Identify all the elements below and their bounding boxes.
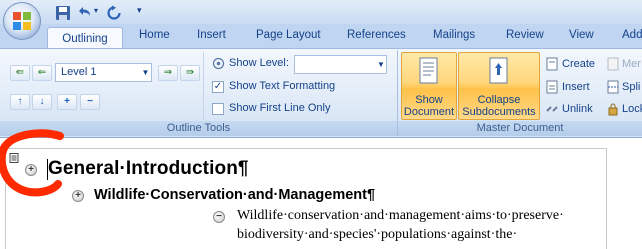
outline-tools-group-label: Outline Tools	[0, 121, 397, 136]
show-document-icon	[419, 57, 438, 84]
demote-to-body-button[interactable]: ⇛	[180, 65, 200, 81]
redo-icon[interactable]	[106, 5, 122, 21]
show-level-select[interactable]	[294, 55, 387, 74]
show-first-line-only-checkbox[interactable]	[212, 103, 224, 115]
expand-button[interactable]: +	[57, 94, 77, 110]
lock-icon	[608, 103, 618, 116]
expand-heading2-icon[interactable]: +	[72, 190, 84, 202]
tab-mailings[interactable]: Mailings	[433, 29, 475, 47]
collapse-subdocuments-icon	[489, 57, 508, 84]
create-button[interactable]: Create	[562, 58, 595, 70]
show-first-line-only-label[interactable]: Show First Line Only	[229, 102, 330, 114]
collapse-subdocuments-label-1: Collapse	[477, 94, 521, 106]
unlink-icon	[546, 106, 558, 112]
show-text-formatting-checkbox[interactable]: ✓	[212, 81, 224, 93]
demote-button[interactable]: ⇒	[158, 65, 178, 81]
outline-level-select[interactable]: Level 1	[55, 63, 152, 82]
move-up-button[interactable]: ↑	[10, 94, 30, 110]
insert-button[interactable]: Insert	[562, 81, 590, 93]
merge-icon	[607, 57, 619, 71]
promote-button[interactable]: ⇐	[32, 65, 52, 81]
save-icon[interactable]	[55, 5, 71, 21]
show-text-formatting-label[interactable]: Show Text Formatting	[229, 80, 335, 92]
tab-references[interactable]: References	[347, 29, 406, 47]
undo-icon[interactable]	[76, 5, 92, 21]
unlink-button[interactable]: Unlink	[562, 103, 593, 115]
office-button[interactable]	[3, 2, 41, 40]
tab-view[interactable]: View	[569, 29, 594, 47]
tab-home[interactable]: Home	[139, 29, 170, 47]
tab-outlining[interactable]: Outlining	[47, 27, 123, 49]
body-text-line-1[interactable]: Wildlife·conservation·and·management·aim…	[237, 208, 564, 224]
office-logo-icon	[13, 12, 31, 30]
collapse-subdocuments-button[interactable]: Collapse Subdocuments	[458, 52, 540, 120]
show-level-icon	[212, 57, 225, 70]
promote-to-heading1-button[interactable]: ⇚	[10, 65, 30, 81]
split-icon	[607, 80, 619, 94]
collapse-subdocuments-label-2: Subdocuments	[462, 106, 536, 118]
tab-add-ins[interactable]: Add	[622, 29, 642, 47]
chevron-down-icon[interactable]: ▼	[376, 56, 386, 73]
move-down-button[interactable]: ↓	[32, 94, 52, 110]
show-document-button[interactable]: Show Document	[401, 52, 457, 120]
show-document-label-2: Document	[403, 106, 455, 118]
document-icon	[9, 153, 19, 163]
undo-dropdown-icon[interactable]: ▾	[94, 6, 98, 15]
merge-button[interactable]: Mer	[622, 58, 641, 70]
create-icon	[546, 57, 558, 71]
tab-insert[interactable]: Insert	[197, 29, 226, 47]
split-button[interactable]: Spli	[622, 81, 640, 93]
divider	[203, 52, 204, 120]
body-text-bullet-icon[interactable]: −	[213, 211, 225, 223]
master-document-group-label: Master Document	[398, 121, 642, 136]
chevron-down-icon[interactable]: ▼	[140, 64, 151, 81]
tab-review[interactable]: Review	[506, 29, 544, 47]
heading-1[interactable]: General·Introduction¶	[48, 158, 249, 180]
insert-icon	[546, 80, 558, 94]
heading-2[interactable]: Wildlife·Conservation·and·Management¶	[94, 187, 375, 203]
show-document-label-1: Show	[415, 94, 443, 106]
show-level-label: Show Level:	[229, 57, 289, 69]
body-text-line-2[interactable]: biodiversity·and·species'·populations·ag…	[237, 227, 517, 243]
expand-heading1-icon[interactable]: +	[25, 164, 37, 176]
lock-button[interactable]: Lock	[622, 103, 642, 115]
collapse-button[interactable]: −	[80, 94, 100, 110]
tab-page-layout[interactable]: Page Layout	[256, 29, 321, 47]
qat-customize-icon[interactable]: ▾	[137, 5, 149, 19]
